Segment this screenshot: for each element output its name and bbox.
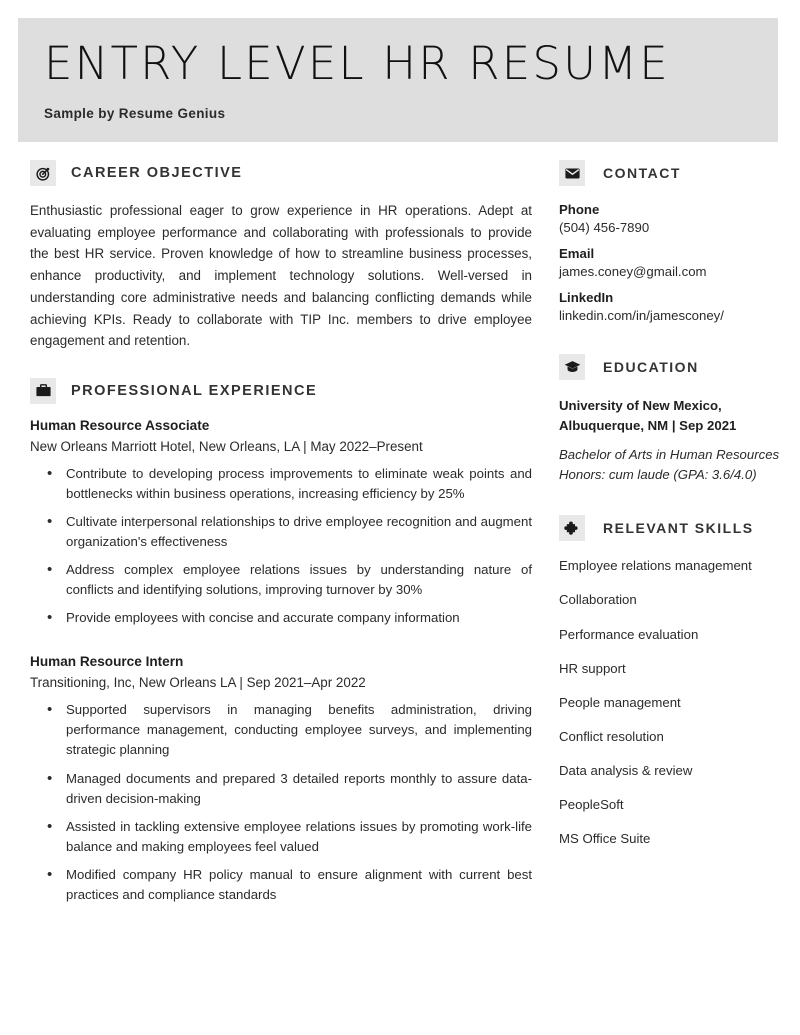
contact-label: LinkedIn [559,289,614,305]
professional-experience-section: PROFESSIONAL EXPERIENCE Human Resource A… [30,377,532,905]
job-bullet: Supported supervisors in managing benefi… [30,699,532,760]
skills-list: Employee relations management Collaborat… [559,557,781,847]
career-objective-section: CAREER OBJECTIVE Enthusiastic profession… [30,160,532,352]
left-column: CAREER OBJECTIVE Enthusiastic profession… [30,160,532,931]
job-bullet: Address complex employee relations issue… [30,559,532,600]
education-section: EDUCATION University of New Mexico, Albu… [559,354,781,485]
job-bullet: Modified company HR policy manual to ens… [30,864,532,905]
job-entry: Human Resource Associate New Orleans Mar… [30,417,532,630]
contact-section: CONTACT Phone (504) 456-7890 Email james… [559,160,781,324]
briefcase-icon [30,377,56,404]
skill-item: People management [559,694,681,710]
resume-header-band: ENTRY LEVEL HR RESUME Sample by Resume G… [18,18,778,142]
job-bullet: Assisted in tackling extensive employee … [30,816,532,857]
relevant-skills-section: RELEVANT SKILLS Employee relations manag… [559,515,781,847]
contact-label: Email [559,245,595,261]
job-bullet: Cultivate interpersonal relationships to… [30,511,532,552]
job-title: Human Resource Associate [30,417,210,433]
job-bullet-list: Supported supervisors in managing benefi… [30,699,532,905]
job-bullet: Contribute to developing process improve… [30,463,532,504]
skill-item: Conflict resolution [559,728,664,744]
job-meta: New Orleans Marriott Hotel, New Orleans,… [30,438,423,454]
resume-subtitle: Sample by Resume Genius [44,106,226,122]
puzzle-piece-icon [559,515,585,542]
envelope-icon [559,160,585,186]
right-column: CONTACT Phone (504) 456-7890 Email james… [559,160,781,865]
section-title-text: RELEVANT SKILLS [603,520,754,537]
contact-value[interactable]: linkedin.com/in/jamesconey/ [559,307,781,325]
skill-item: Data analysis & review [559,763,693,779]
contact-item-phone: Phone (504) 456-7890 [559,202,781,237]
section-title-text: EDUCATION [603,359,699,376]
graduation-cap-icon [559,354,585,381]
education-school: University of New Mexico, Albuquerque, N… [559,398,737,433]
page-title: ENTRY LEVEL HR RESUME [44,37,670,90]
contact-item-linkedin: LinkedIn linkedin.com/in/jamesconey/ [559,290,781,325]
section-title-text: CAREER OBJECTIVE [71,165,243,181]
contact-item-email: Email james.coney@gmail.com [559,246,781,281]
skill-item: Performance evaluation [559,626,699,642]
section-title-text: PROFESSIONAL EXPERIENCE [71,382,318,399]
job-bullet-list: Contribute to developing process improve… [30,463,532,630]
skill-item: HR support [559,660,626,676]
contact-value: (504) 456-7890 [559,220,650,235]
contact-value[interactable]: james.coney@gmail.com [559,263,781,281]
skill-item: MS Office Suite [559,831,651,847]
education-heading: EDUCATION [559,354,781,381]
relevant-skills-heading: RELEVANT SKILLS [559,515,781,542]
skill-item: PeopleSoft [559,797,624,813]
career-objective-text: Enthusiastic professional eager to grow … [30,203,532,349]
professional-experience-heading: PROFESSIONAL EXPERIENCE [30,377,532,404]
career-objective-heading: CAREER OBJECTIVE [30,160,532,186]
education-honors: Honors: cum laude (GPA: 3.6/4.0) [559,467,757,483]
education-degree: Bachelor of Arts in Human Resources [559,446,780,462]
job-entry: Human Resource Intern Transitioning, Inc… [30,654,532,905]
target-icon [30,160,56,186]
job-bullet: Managed documents and prepared 3 detaile… [30,768,532,809]
job-bullet: Provide employees with concise and accur… [30,607,532,630]
skill-item: Collaboration [559,592,637,608]
skill-item: Employee relations management [559,558,752,574]
contact-heading: CONTACT [559,160,781,186]
job-meta: Transitioning, Inc, New Orleans LA | Sep… [30,675,366,691]
job-title: Human Resource Intern [30,654,184,670]
section-title-text: CONTACT [603,165,681,181]
contact-label: Phone [559,202,600,217]
